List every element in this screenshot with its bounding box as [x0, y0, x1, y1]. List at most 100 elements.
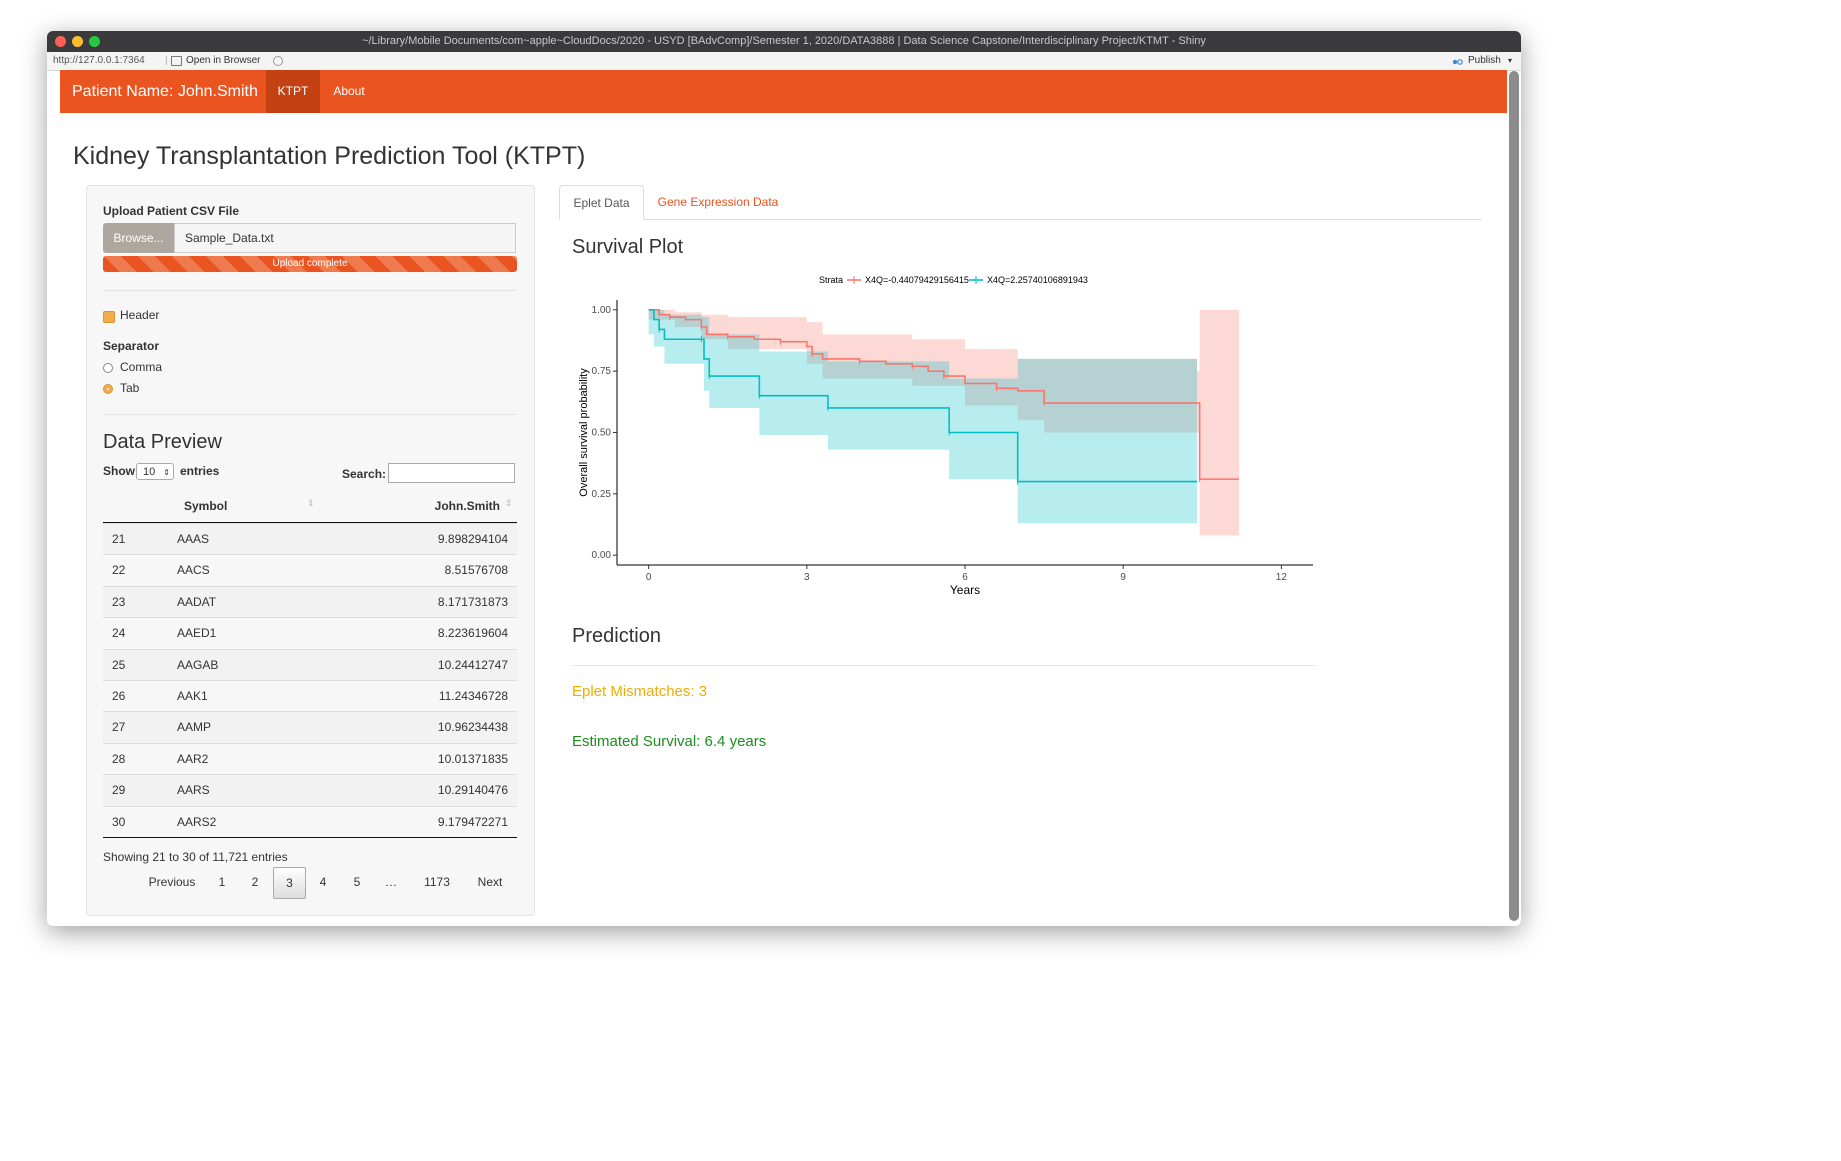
tab-gene-expression-data[interactable]: Gene Expression Data: [648, 185, 788, 220]
upload-progress-text: Upload complete: [272, 258, 348, 269]
scrollbar[interactable]: [1509, 71, 1519, 921]
divider: [103, 290, 517, 291]
file-name-field[interactable]: Sample_Data.txt: [174, 223, 516, 253]
x-tick-label: 3: [804, 572, 810, 583]
tab-eplet-data[interactable]: Eplet Data: [559, 185, 644, 220]
table-row[interactable]: 30 AARS2 9.179472271: [103, 805, 517, 838]
x-tick-label: 9: [1120, 572, 1126, 583]
estimated-survival-text: Estimated Survival: 6.4 years: [572, 733, 767, 750]
row-symbol: AACS: [177, 563, 210, 578]
table-row[interactable]: 21 AAAS 9.898294104: [103, 523, 517, 555]
row-value: 10.29140476: [437, 783, 508, 798]
x-tick-label: 6: [962, 572, 968, 583]
x-axis-label: Years: [950, 583, 980, 597]
sort-icon[interactable]: ⇕: [307, 498, 315, 509]
search-label: Search:: [342, 467, 387, 481]
row-value: 8.51576708: [444, 563, 508, 578]
browse-button[interactable]: Browse...: [103, 223, 174, 253]
open-browser-icon: [171, 56, 182, 66]
row-value: 10.24412747: [437, 657, 508, 672]
row-symbol: AAR2: [177, 751, 209, 766]
table-footer-rule: [103, 837, 517, 838]
row-symbol: AAED1: [177, 626, 217, 641]
app-window: ~/Library/Mobile Documents/com~apple~Clo…: [47, 31, 1521, 926]
y-tick-label: 0.50: [592, 428, 612, 439]
row-value: 9.179472271: [437, 814, 508, 829]
table-row[interactable]: 23 AADAT 8.171731873: [103, 585, 517, 618]
table-row[interactable]: 29 AARS 10.29140476: [103, 774, 517, 807]
survival-plot-title: Survival Plot: [572, 236, 684, 258]
separator-label: Separator: [103, 339, 160, 353]
open-in-browser-button[interactable]: Open in Browser: [186, 52, 260, 70]
separator-radio-tab[interactable]: [103, 384, 113, 394]
pagination-previous[interactable]: Previous: [143, 867, 201, 897]
pagination-page-1[interactable]: 1: [210, 867, 234, 897]
navbar-brand: Patient Name: John.Smith: [72, 83, 258, 100]
row-index: 24: [112, 626, 126, 641]
legend-title: Strata: [819, 275, 843, 285]
separator-option-comma: Comma: [120, 360, 163, 374]
entries-select[interactable]: 10 ⇕: [136, 463, 174, 480]
table-row[interactable]: 25 AAGAB 10.24412747: [103, 648, 517, 681]
y-axis-label: Overall survival probability: [578, 368, 590, 497]
table-row[interactable]: 24 AAED1 8.223619604: [103, 617, 517, 650]
publish-button[interactable]: Publish: [1468, 52, 1501, 70]
row-value: 9.898294104: [437, 532, 508, 546]
table-row[interactable]: 26 AAK1 11.24346728: [103, 680, 517, 712]
select-arrows-icon: ⇕: [163, 468, 170, 477]
legend-label-0: X4Q=-0.44079429156415: [865, 275, 969, 285]
row-symbol: AADAT: [177, 594, 217, 609]
table-row[interactable]: 27 AAMP 10.96234438: [103, 711, 517, 744]
pagination-page-3[interactable]: 3: [273, 867, 306, 899]
pagination-page-2[interactable]: 2: [243, 867, 267, 897]
entries-label: entries: [180, 464, 220, 478]
column-header-john-smith[interactable]: John.Smith: [400, 499, 500, 513]
row-symbol: AAK1: [177, 689, 208, 703]
divider: [103, 414, 517, 415]
publish-icon: [1452, 56, 1463, 66]
viewer-toolbar: http://127.0.0.1:7364 | Open in Browser …: [47, 52, 1521, 71]
separator-radio-comma[interactable]: [103, 363, 113, 373]
row-index: 29: [112, 783, 126, 798]
pagination-next[interactable]: Next: [469, 867, 511, 897]
nav-tab-ktpt[interactable]: KTPT: [266, 70, 320, 113]
pagination-page-4[interactable]: 4: [311, 867, 335, 897]
header-checkbox[interactable]: [103, 311, 115, 323]
pagination-page-5[interactable]: 5: [345, 867, 369, 897]
row-value: 10.96234438: [437, 720, 508, 735]
column-header-symbol[interactable]: Symbol: [184, 499, 227, 513]
row-index: 26: [112, 689, 126, 703]
table-search-input[interactable]: [388, 463, 515, 483]
row-symbol: AAMP: [177, 720, 212, 735]
sidebar-panel: Upload Patient CSV File Browse... Sample…: [86, 185, 535, 916]
close-window-button[interactable]: [55, 36, 66, 47]
refresh-icon[interactable]: [273, 56, 283, 66]
upload-progress-bar: Upload complete: [103, 256, 517, 272]
row-value: 8.171731873: [437, 594, 508, 609]
pagination-ellipsis: …: [385, 875, 397, 889]
table-row[interactable]: 22 AACS 8.51576708: [103, 554, 517, 587]
minimize-window-button[interactable]: [72, 36, 83, 47]
show-label: Show: [103, 464, 135, 478]
x-tick-label: 0: [646, 572, 652, 583]
maximize-window-button[interactable]: [89, 36, 100, 47]
page-title: Kidney Transplantation Prediction Tool (…: [73, 142, 586, 170]
row-index: 28: [112, 751, 126, 766]
x-tick-label: 12: [1276, 572, 1288, 583]
row-index: 27: [112, 720, 126, 735]
row-value: 11.24346728: [438, 689, 508, 703]
url-display[interactable]: http://127.0.0.1:7364: [53, 52, 145, 70]
y-tick-label: 0.00: [592, 550, 612, 561]
pagination-page-1173[interactable]: 1173: [417, 867, 457, 897]
row-symbol: AARS: [177, 783, 210, 798]
y-tick-label: 1.00: [592, 305, 612, 316]
nav-tab-about[interactable]: About: [320, 70, 378, 113]
publish-dropdown-icon[interactable]: ▾: [1508, 52, 1512, 70]
row-value: 8.223619604: [437, 626, 508, 641]
row-index: 23: [112, 594, 126, 609]
row-value: 10.01371835: [437, 751, 508, 766]
table-row[interactable]: 28 AAR2 10.01371835: [103, 742, 517, 775]
sort-icon[interactable]: ⇕: [505, 498, 513, 509]
divider: [572, 665, 1316, 666]
row-symbol: AAAS: [177, 532, 210, 546]
